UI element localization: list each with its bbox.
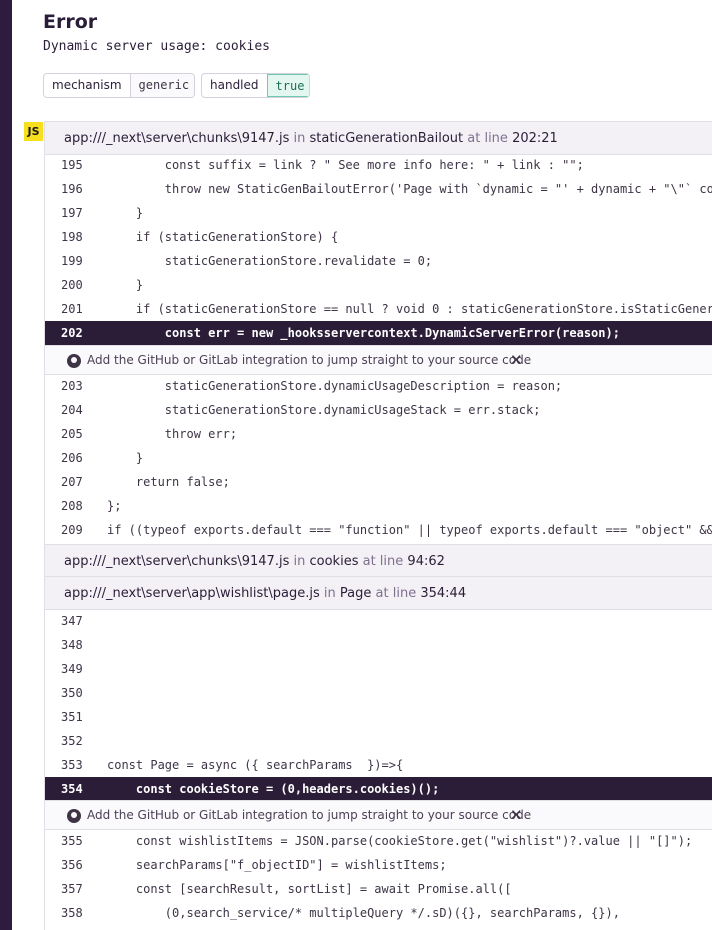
stack-trace: app:///_next\server\chunks\9147.js in st… — [44, 121, 712, 930]
frame-header[interactable]: app:///_next\server\chunks\9147.js in st… — [45, 122, 712, 155]
frame-file: app:///_next\server\chunks\9147.js — [64, 554, 290, 569]
frame-at-line-label: at line — [375, 586, 417, 601]
frame-in-label: in — [293, 554, 306, 569]
error-message: Dynamic server usage: cookies — [43, 39, 270, 54]
code-line-active: 202 const err = new _hooksservercontext.… — [45, 321, 712, 345]
tag-handled[interactable]: handled true — [201, 73, 310, 98]
code-line: 199 staticGenerationStore.revalidate = 0… — [61, 254, 433, 268]
frame-file: app:///_next\server\app\wishlist\page.js — [64, 586, 320, 601]
code-line: 197 } — [61, 206, 144, 220]
code-line-active: 354 const cookieStore = (0,headers.cooki… — [45, 777, 712, 801]
frame-function: cookies — [309, 554, 359, 569]
code-line: 357 const [searchResult, sortList] = awa… — [61, 882, 512, 896]
frame-location: 94:62 — [407, 554, 445, 569]
frame-header[interactable]: app:///_next\server\chunks\9147.js in co… — [45, 544, 712, 577]
tag-mechanism[interactable]: mechanism generic — [43, 73, 195, 98]
code-line: 348 — [61, 638, 83, 652]
code-line: 207 return false; — [61, 475, 230, 489]
code-context: 195 const suffix = link ? " See more inf… — [45, 153, 712, 345]
code-line: 206 } — [61, 451, 144, 465]
code-line: 347 — [61, 614, 83, 628]
frame-function: Page — [339, 586, 372, 601]
code-context: 355 const wishlistItems = JSON.parse(coo… — [45, 829, 712, 925]
frame-at-line-label: at line — [362, 554, 404, 569]
error-title: Error — [43, 11, 98, 33]
code-context: 203 staticGenerationStore.dynamicUsageDe… — [45, 374, 712, 542]
code-line: 353 const Page = async ({ searchParams })… — [61, 758, 404, 772]
left-rail — [0, 0, 12, 930]
frame-in-label: in — [323, 586, 336, 601]
code-line: 209 if ((typeof exports.default === "func… — [61, 523, 712, 537]
code-line: 351 — [61, 710, 83, 724]
code-line: 208}; — [61, 499, 122, 513]
github-icon — [67, 354, 81, 368]
code-line: 356 searchParams["f_objectID"] = wishlis… — [61, 858, 447, 872]
integration-notice[interactable]: Add the GitHub or GitLab integration to … — [45, 800, 712, 830]
tag-key: handled — [210, 78, 259, 92]
code-line: 205 throw err; — [61, 427, 238, 441]
code-line: 195 const suffix = link ? " See more inf… — [61, 158, 584, 172]
code-line: 352 — [61, 734, 83, 748]
javascript-platform-icon: JS — [24, 122, 43, 141]
code-line: 349 — [61, 662, 83, 676]
tag-value: true — [266, 74, 309, 97]
close-icon[interactable]: ✕ — [510, 801, 523, 830]
frame-header[interactable]: app:///_next\server\app\wishlist\page.js… — [45, 577, 712, 610]
integration-notice[interactable]: Add the GitHub or GitLab integration to … — [45, 345, 712, 375]
github-icon — [67, 809, 81, 823]
frame-file: app:///_next\server\chunks\9147.js — [64, 131, 290, 146]
code-line: 200 } — [61, 278, 144, 292]
integration-notice-text: Add the GitHub or GitLab integration to … — [87, 353, 532, 367]
close-icon[interactable]: ✕ — [510, 346, 523, 375]
code-line: 198 if (staticGenerationStore) { — [61, 230, 339, 244]
code-line: 204 staticGenerationStore.dynamicUsageSt… — [61, 403, 541, 417]
frame-in-label: in — [293, 131, 306, 146]
frame-location: 202:21 — [512, 131, 558, 146]
tag-value: generic — [129, 74, 194, 97]
code-context: 347 348 349 350 351 352 353 const Page = … — [45, 609, 712, 801]
code-line: 350 — [61, 686, 83, 700]
code-line: 358 (0,search_service/* multipleQuery */… — [61, 906, 620, 920]
code-line: 196 throw new StaticGenBailoutError('Pag… — [61, 182, 712, 196]
frame-function: staticGenerationBailout — [309, 131, 464, 146]
integration-notice-text: Add the GitHub or GitLab integration to … — [87, 808, 532, 822]
tag-key: mechanism — [52, 78, 122, 92]
code-line: 355 const wishlistItems = JSON.parse(coo… — [61, 834, 693, 848]
code-line: 203 staticGenerationStore.dynamicUsageDe… — [61, 379, 563, 393]
code-line: 201 if (staticGenerationStore == null ? … — [61, 302, 712, 316]
frame-at-line-label: at line — [467, 131, 508, 146]
frame-location: 354:44 — [420, 586, 467, 601]
